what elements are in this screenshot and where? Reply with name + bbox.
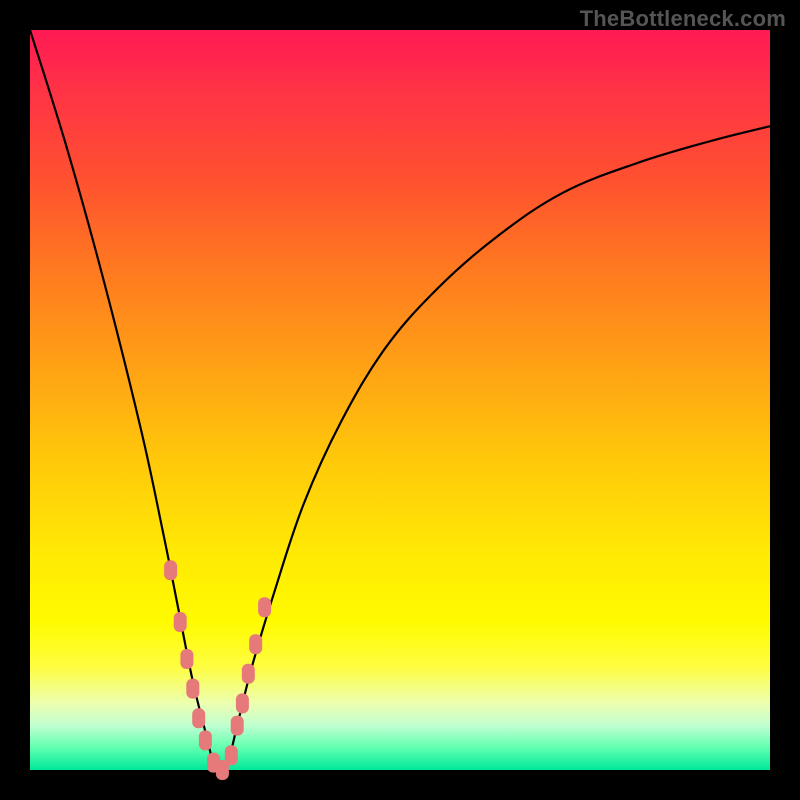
curve-svg: [30, 30, 770, 770]
curve-marker: [231, 716, 244, 736]
curve-marker: [258, 597, 271, 617]
curve-marker: [192, 708, 205, 728]
curve-marker: [174, 612, 187, 632]
curve-marker: [249, 634, 262, 654]
curve-marker: [186, 679, 199, 699]
curve-marker: [225, 745, 238, 765]
curve-marker: [199, 730, 212, 750]
marker-group: [164, 560, 271, 780]
curve-marker: [164, 560, 177, 580]
curve-marker: [180, 649, 193, 669]
plot-area: [30, 30, 770, 770]
curve-marker: [236, 693, 249, 713]
chart-frame: TheBottleneck.com: [0, 0, 800, 800]
bottleneck-curve-path: [30, 30, 770, 773]
watermark-text: TheBottleneck.com: [580, 6, 786, 32]
curve-marker: [242, 664, 255, 684]
